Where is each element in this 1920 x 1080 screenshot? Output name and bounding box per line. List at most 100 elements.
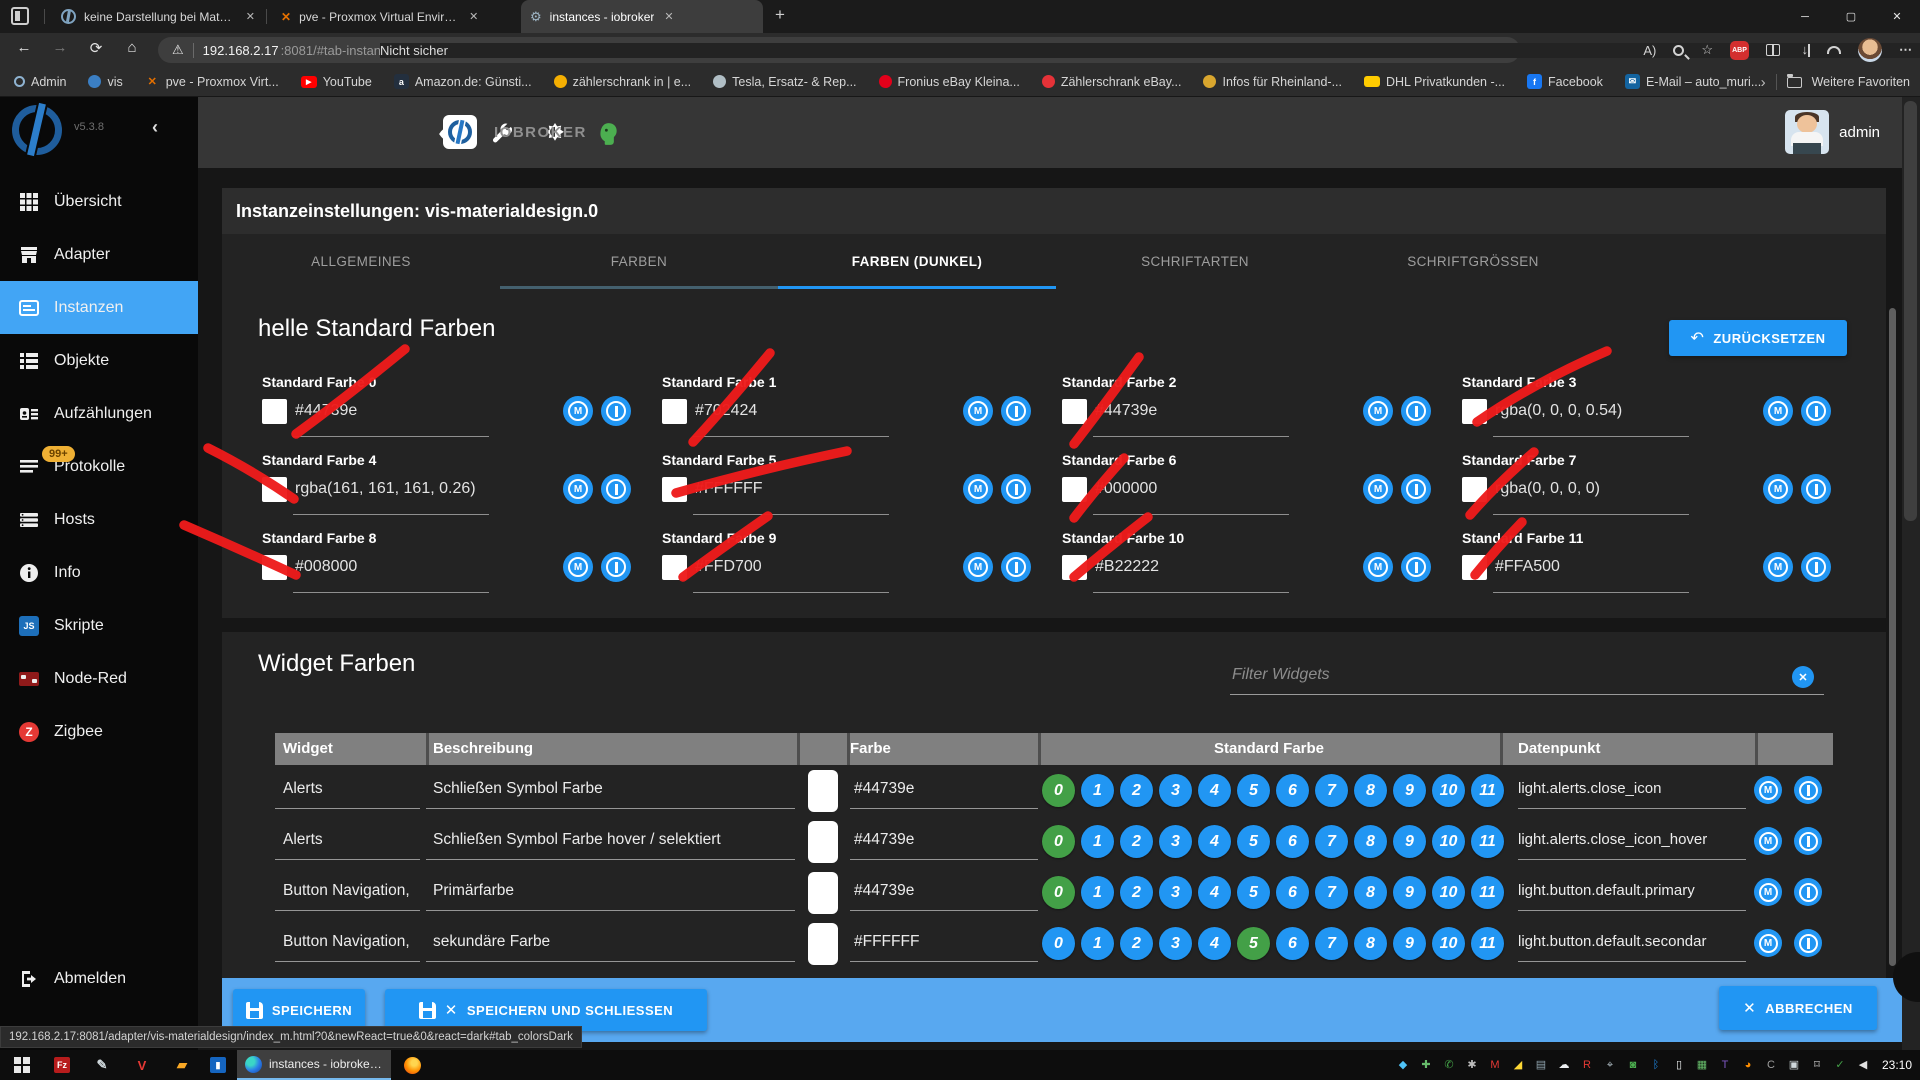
sidebar-item-zigbee[interactable]: Z Zigbee [0, 705, 198, 758]
tray-icon-1[interactable]: ◆ [1395, 1057, 1411, 1073]
color-swatch[interactable] [1462, 399, 1487, 424]
save-and-close-button[interactable]: ✕ SPEICHERN UND SCHLIESSEN [385, 989, 707, 1031]
standard-color-chip-9[interactable]: 9 [1393, 825, 1426, 858]
sidebar-item-adapter[interactable]: Adapter [0, 228, 198, 281]
standard-color-chip-9[interactable]: 9 [1393, 876, 1426, 909]
clear-filter-icon[interactable]: ✕ [1792, 666, 1814, 688]
datapoint-input[interactable]: light.button.default.primary [1518, 882, 1748, 899]
bookmark-item[interactable]: ✉E-Mail – auto_muri... [1625, 74, 1761, 89]
color-swatch[interactable] [808, 923, 838, 965]
standard-color-chip-6[interactable]: 6 [1276, 927, 1309, 960]
downloads-icon[interactable]: ← [1797, 44, 1810, 57]
standard-color-chip-5[interactable]: 5 [1237, 825, 1270, 858]
bookmark-item[interactable]: Admin [14, 75, 66, 89]
standard-color-chip-10[interactable]: 10 [1432, 825, 1465, 858]
minimize-button[interactable]: ─ [1782, 0, 1828, 33]
more-favorites-label[interactable]: Weitere Favoriten [1812, 75, 1910, 89]
color-swatch[interactable] [1062, 399, 1087, 424]
standard-color-chip-8[interactable]: 8 [1354, 927, 1387, 960]
tab-close-icon[interactable]: ✕ [469, 10, 478, 23]
color-swatch[interactable] [808, 872, 838, 914]
taskbar-active-task[interactable]: instances - iobroker u... [237, 1050, 391, 1080]
materialdesign-default-icon[interactable]: M [1754, 827, 1782, 855]
iobroker-default-icon[interactable] [601, 474, 631, 504]
color-value-input[interactable]: #FFA500 [1495, 558, 1560, 576]
standard-color-chip-1[interactable]: 1 [1081, 876, 1114, 909]
tab-schriftarten[interactable]: SCHRIFTARTEN [1056, 234, 1334, 289]
iobroker-default-icon[interactable] [1801, 396, 1831, 426]
forward-icon[interactable]: → [48, 39, 72, 56]
color-value-input[interactable]: rgba(0, 0, 0, 0) [1495, 480, 1600, 498]
standard-color-chip-2[interactable]: 2 [1120, 927, 1153, 960]
standard-color-chip-2[interactable]: 2 [1120, 876, 1153, 909]
iobroker-default-icon[interactable] [1801, 552, 1831, 582]
widget-name[interactable]: Button Navigation, [283, 933, 410, 951]
menu-icon[interactable]: ⋯ [1899, 42, 1912, 58]
widget-name[interactable]: Alerts [283, 831, 323, 849]
color-swatch[interactable] [662, 555, 687, 580]
standard-color-chip-4[interactable]: 4 [1198, 774, 1231, 807]
materialdesign-default-icon[interactable]: M [1754, 776, 1782, 804]
standard-color-chip-4[interactable]: 4 [1198, 876, 1231, 909]
standard-color-chip-10[interactable]: 10 [1432, 927, 1465, 960]
standard-color-chip-3[interactable]: 3 [1159, 774, 1192, 807]
datapoint-input[interactable]: light.button.default.secondar [1518, 933, 1748, 950]
standard-color-chip-9[interactable]: 9 [1393, 927, 1426, 960]
tab-schriftgroessen[interactable]: SCHRIFTGRÖSSEN [1334, 234, 1612, 289]
materialdesign-default-icon[interactable]: M [563, 474, 593, 504]
tray-icon-20[interactable]: ✓ [1832, 1057, 1848, 1073]
tray-icon-12[interactable]: ᛒ [1648, 1057, 1664, 1073]
read-aloud-icon[interactable]: A) [1643, 43, 1656, 58]
standard-color-chip-0[interactable]: 0 [1042, 825, 1075, 858]
v-app-icon[interactable]: V [124, 1050, 160, 1080]
bookmark-item[interactable]: Zählerschrank eBay... [1042, 75, 1182, 89]
materialdesign-default-icon[interactable]: M [1363, 474, 1393, 504]
tray-icon-8[interactable]: ☁ [1556, 1057, 1572, 1073]
iobroker-default-icon[interactable] [1801, 474, 1831, 504]
tray-icon-9[interactable]: R [1579, 1057, 1595, 1073]
sidebar-item-uebersicht[interactable]: Übersicht [0, 175, 198, 228]
standard-color-chip-11[interactable]: 11 [1471, 927, 1504, 960]
tray-icon-3[interactable]: ✆ [1441, 1057, 1457, 1073]
bookmark-item[interactable]: vis [88, 75, 122, 89]
tray-icon-11[interactable]: ◙ [1625, 1057, 1641, 1073]
color-swatch[interactable] [808, 821, 838, 863]
tray-icon-6[interactable]: ◢ [1510, 1057, 1526, 1073]
standard-color-chip-6[interactable]: 6 [1276, 825, 1309, 858]
color-swatch[interactable] [1462, 477, 1487, 502]
iobroker-logo[interactable] [443, 115, 477, 149]
sidebar-item-abmelden[interactable]: Abmelden [0, 952, 198, 1005]
sidebar-item-protokolle[interactable]: 99+ Protokolle [0, 440, 198, 493]
color-value-input[interactable]: #B22222 [1095, 558, 1159, 576]
standard-color-chip-7[interactable]: 7 [1315, 927, 1348, 960]
sidebar-item-hosts[interactable]: Hosts [0, 493, 198, 546]
tray-icon-5[interactable]: M [1487, 1057, 1503, 1073]
bookmark-item[interactable]: Fronius eBay Kleina... [879, 75, 1020, 89]
favorite-star-icon[interactable]: ☆ [1701, 42, 1713, 58]
standard-color-chip-6[interactable]: 6 [1276, 774, 1309, 807]
close-window-button[interactable]: ✕ [1874, 0, 1920, 33]
standard-color-chip-4[interactable]: 4 [1198, 927, 1231, 960]
iobroker-default-icon[interactable] [1794, 929, 1822, 957]
standard-color-chip-5[interactable]: 5 [1237, 927, 1270, 960]
tray-icon-14[interactable]: ▦ [1694, 1057, 1710, 1073]
color-value-input[interactable]: #008000 [295, 558, 357, 576]
color-value-input[interactable]: #FFFFFF [695, 480, 763, 498]
adblock-icon[interactable]: ABP [1730, 41, 1749, 60]
standard-color-chip-1[interactable]: 1 [1081, 774, 1114, 807]
standard-color-chip-10[interactable]: 10 [1432, 876, 1465, 909]
materialdesign-default-icon[interactable]: M [563, 552, 593, 582]
iobroker-default-icon[interactable] [1794, 776, 1822, 804]
datapoint-input[interactable]: light.alerts.close_icon [1518, 780, 1748, 797]
widget-description[interactable]: Schließen Symbol Farbe [433, 780, 603, 798]
standard-color-chip-10[interactable]: 10 [1432, 774, 1465, 807]
iobroker-default-icon[interactable] [1001, 552, 1031, 582]
bookmark-item[interactable]: DHL Privatkunden -... [1364, 75, 1505, 89]
tray-icon-21[interactable]: ◀ [1855, 1057, 1871, 1073]
save-button[interactable]: SPEICHERN [233, 989, 365, 1031]
standard-color-chip-8[interactable]: 8 [1354, 774, 1387, 807]
materialdesign-default-icon[interactable]: M [1754, 878, 1782, 906]
profile-avatar-icon[interactable] [1858, 38, 1882, 62]
standard-color-chip-0[interactable]: 0 [1042, 927, 1075, 960]
datapoint-input[interactable]: light.alerts.close_icon_hover [1518, 831, 1748, 848]
